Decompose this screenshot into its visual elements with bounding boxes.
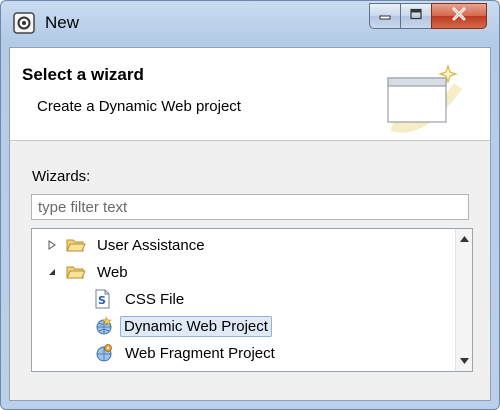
wizard-tree[interactable]: User Assistance Web S CSS File Dynamic W… xyxy=(31,228,473,372)
expand-arrow-icon[interactable] xyxy=(46,239,58,251)
scroll-down-icon[interactable] xyxy=(456,353,472,369)
web-fragment-project-icon xyxy=(94,344,114,362)
tree-item-label: CSS File xyxy=(125,290,185,308)
dialog-content: Select a wizard Create a Dynamic Web pro… xyxy=(9,47,491,401)
tree-item-user-assistance[interactable]: User Assistance xyxy=(46,233,210,257)
eclipse-app-icon[interactable] xyxy=(13,12,35,34)
tree-item-css-file[interactable]: S CSS File xyxy=(94,287,189,311)
wizard-page-description: Create a Dynamic Web project xyxy=(37,98,241,115)
folder-open-icon xyxy=(66,263,86,281)
filter-input[interactable] xyxy=(31,194,469,220)
wizard-page-title: Select a wizard xyxy=(22,65,144,84)
close-button[interactable] xyxy=(431,3,487,29)
close-icon xyxy=(451,7,467,26)
web-project-icon xyxy=(94,316,114,335)
minimize-button[interactable] xyxy=(369,3,400,29)
svg-text:S: S xyxy=(98,294,106,307)
title-bar[interactable]: New xyxy=(1,1,499,47)
wizards-label: Wizards: xyxy=(32,168,91,185)
tree-item-label: Dynamic Web Project xyxy=(120,315,272,337)
css-file-icon: S xyxy=(94,289,114,309)
maximize-button[interactable] xyxy=(400,3,431,29)
collapse-arrow-icon[interactable] xyxy=(46,266,58,278)
window-controls xyxy=(369,3,487,29)
tree-item-label: User Assistance xyxy=(97,236,205,254)
tree-item-dynamic-web-project[interactable]: Dynamic Web Project xyxy=(94,314,272,338)
wizard-body: Wizards: User Assistance xyxy=(10,141,490,400)
tree-item-web-fragment-project[interactable]: Web Fragment Project xyxy=(94,341,280,365)
tree-item-label: Web Fragment Project xyxy=(125,344,275,362)
tree-item-web[interactable]: Web xyxy=(46,260,133,284)
window-title: New xyxy=(45,13,80,32)
minimize-icon xyxy=(378,7,392,25)
maximize-icon xyxy=(409,7,423,25)
wizard-banner-icon xyxy=(382,56,463,136)
tree-scrollbar[interactable] xyxy=(455,229,472,371)
new-wizard-window: New Select a wizard Create a Dynamic Web… xyxy=(0,0,500,410)
wizard-header: Select a wizard Create a Dynamic Web pro… xyxy=(10,48,490,141)
scroll-up-icon[interactable] xyxy=(456,231,472,247)
folder-icon xyxy=(66,236,86,254)
tree-item-label: Web xyxy=(97,263,128,281)
